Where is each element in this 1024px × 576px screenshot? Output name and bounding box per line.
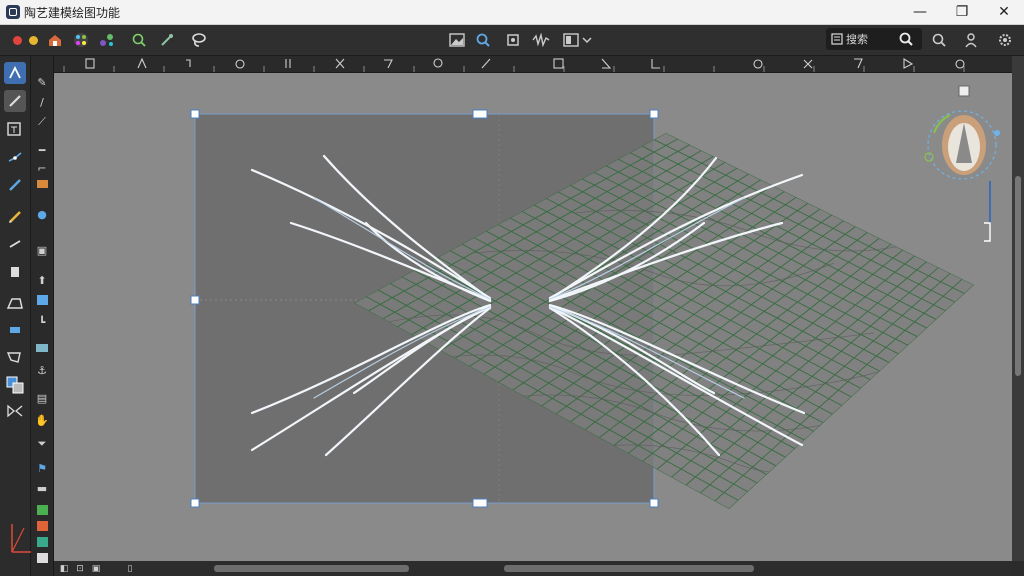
yellow-dot-icon[interactable] — [24, 31, 42, 49]
lasso-shape-icon[interactable] — [4, 346, 26, 368]
hand-icon[interactable]: ✋ — [34, 412, 50, 428]
horizontal-scroll-thumb-right[interactable] — [504, 565, 754, 572]
filter-icon[interactable]: ⏷ — [34, 436, 50, 452]
navigate-icon[interactable] — [4, 62, 26, 84]
blend-icon[interactable]: ⟋ — [34, 114, 50, 130]
handle-bottom-center[interactable] — [472, 498, 488, 508]
chevron-down-icon[interactable] — [580, 31, 594, 49]
vertical-scroll-thumb[interactable] — [1015, 176, 1021, 376]
close-button[interactable]: ✕ — [984, 0, 1024, 24]
user-icon[interactable] — [962, 31, 980, 49]
search-icon[interactable] — [898, 31, 914, 47]
smudge-icon[interactable]: ✎ — [34, 74, 50, 90]
frame-icon[interactable]: ▣ — [34, 242, 50, 258]
image-icon[interactable] — [34, 292, 50, 308]
view-compass[interactable] — [924, 85, 1000, 180]
pen-icon[interactable] — [4, 174, 26, 196]
lasso-icon[interactable] — [190, 31, 208, 49]
brush-icon[interactable] — [4, 90, 26, 112]
search-field[interactable]: 搜索 — [826, 28, 922, 50]
handle-top-center[interactable] — [472, 109, 488, 119]
transform-icon[interactable] — [4, 400, 26, 422]
palette-icon[interactable] — [72, 31, 90, 49]
arrow-up-icon[interactable]: ⬆ — [34, 272, 50, 288]
handle-middle-left[interactable] — [190, 295, 200, 305]
app-logo-icon — [6, 5, 20, 19]
ruler-bar — [54, 56, 1012, 73]
stack-icon[interactable]: ▬ — [34, 480, 50, 496]
ruler-tool-icon[interactable]: ━ — [34, 142, 50, 158]
green-layer-icon[interactable] — [34, 502, 50, 518]
path-icon[interactable] — [4, 146, 26, 168]
handle-bottom-left[interactable] — [190, 498, 200, 508]
white-layer-icon[interactable] — [34, 550, 50, 566]
crop-icon[interactable] — [504, 31, 522, 49]
document-icon[interactable]: ▤ — [34, 390, 50, 406]
nodes-icon[interactable] — [98, 31, 116, 49]
drop-icon[interactable]: ● — [34, 206, 50, 222]
teal-layer-icon[interactable] — [34, 534, 50, 550]
shape-icon[interactable] — [4, 292, 26, 314]
fill-icon[interactable] — [4, 260, 26, 282]
sample-icon[interactable]: ⌐ — [34, 160, 50, 176]
color-swatch-icon[interactable] — [4, 374, 26, 396]
home-icon[interactable] — [46, 31, 64, 49]
canvas-artwork — [190, 85, 1000, 509]
status-snap-icon[interactable]: ⊡ — [74, 563, 86, 574]
magnify-green-icon[interactable] — [130, 31, 148, 49]
window-title: 陶艺建模绘图功能 — [24, 6, 121, 20]
speech-bubble-icon[interactable] — [4, 320, 26, 342]
layout-icon[interactable] — [562, 31, 580, 49]
zoom-icon[interactable] — [474, 31, 492, 49]
eyedropper-icon[interactable] — [158, 31, 176, 49]
anchor-icon[interactable]: ⚓ — [34, 362, 50, 378]
ruler-ticks — [63, 57, 965, 72]
maximize-button[interactable]: ❐ — [942, 0, 982, 24]
settings-icon[interactable] — [996, 31, 1014, 49]
tools-panel-secondary: ✎ / ⟋ ━ ⌐ ● ▣ ⬆ ┗ ⚓ ▤ ✋ ⏷ ⚑ ▬ — [31, 56, 54, 576]
window-titlebar: 陶艺建模绘图功能 — ❐ ✕ — [0, 0, 1024, 25]
handle-bottom-right[interactable] — [649, 498, 659, 508]
orange-layer-icon[interactable] — [34, 518, 50, 534]
image-view-icon[interactable] — [448, 31, 466, 49]
search-label: 搜索 — [846, 33, 868, 46]
eraser-icon[interactable]: / — [34, 94, 50, 110]
horizontal-scrollbar[interactable]: ◧ ⊡ ▣ ▯ — [54, 561, 1012, 576]
tools-panel — [0, 56, 42, 576]
handle-top-right[interactable] — [649, 109, 659, 119]
status-view-icon[interactable]: ▣ — [90, 563, 102, 574]
layer-icon[interactable] — [34, 340, 50, 356]
zoom-search-icon[interactable] — [930, 31, 948, 49]
drawing-canvas[interactable] — [54, 73, 1012, 561]
text-frame-icon[interactable] — [4, 118, 26, 140]
pencil-icon[interactable] — [4, 206, 26, 228]
main-toolbar: 搜索 — [0, 25, 1024, 56]
gradient-icon[interactable] — [34, 176, 50, 192]
status-lock-icon[interactable]: ▯ — [124, 563, 136, 574]
zoom-slider[interactable] — [984, 181, 991, 242]
horizontal-scroll-thumb-left[interactable] — [214, 565, 409, 572]
waveform-icon[interactable] — [532, 31, 550, 49]
status-grid-icon[interactable]: ◧ — [58, 563, 70, 574]
minimize-button[interactable]: — — [900, 0, 940, 24]
corner-icon[interactable]: ┗ — [34, 314, 50, 330]
handle-top-left[interactable] — [190, 109, 200, 119]
knife-icon[interactable] — [4, 232, 26, 254]
list-icon — [831, 33, 843, 45]
flag-icon[interactable]: ⚑ — [34, 460, 50, 476]
vertical-scrollbar[interactable] — [1012, 56, 1024, 561]
